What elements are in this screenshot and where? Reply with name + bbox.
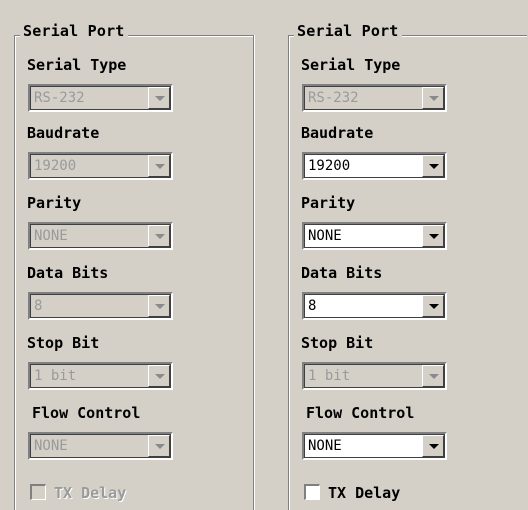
chevron-down-icon bbox=[429, 374, 439, 379]
stop-bit-dropdown-button bbox=[422, 365, 444, 387]
flow-control-dropdown: NONE bbox=[28, 432, 173, 460]
tx-delay-label[interactable]: TX Delay bbox=[328, 484, 400, 502]
baudrate-label: Baudrate bbox=[27, 124, 100, 142]
baudrate-value: 19200 bbox=[308, 158, 351, 174]
stop-bit-value: 1 bit bbox=[34, 368, 77, 384]
tx-delay-checkbox bbox=[30, 484, 46, 500]
flow-control-label: Flow Control bbox=[306, 404, 415, 422]
serial-type-dropdown: RS-232 bbox=[302, 84, 447, 112]
baudrate-label: Baudrate bbox=[301, 124, 374, 142]
parity-value: NONE bbox=[308, 228, 342, 244]
parity-label: Parity bbox=[27, 194, 82, 212]
stop-bit-value: 1 bit bbox=[308, 368, 351, 384]
flow-control-dropdown[interactable]: NONE bbox=[302, 432, 447, 460]
flow-control-dropdown-button bbox=[148, 435, 170, 457]
stop-bit-label: Stop Bit bbox=[301, 334, 374, 352]
parity-value: NONE bbox=[34, 228, 68, 244]
data-bits-label: Data Bits bbox=[27, 264, 109, 282]
chevron-down-icon bbox=[155, 374, 165, 379]
parity-dropdown[interactable]: NONE bbox=[302, 222, 447, 250]
serial-port-panel-disabled: Serial Port Serial Type RS-232 Baudrate … bbox=[14, 0, 254, 510]
data-bits-dropdown: 8 bbox=[28, 292, 173, 320]
chevron-down-icon bbox=[155, 444, 165, 449]
parity-dropdown-button[interactable] bbox=[422, 225, 444, 247]
chevron-down-icon bbox=[429, 96, 439, 101]
flow-control-value: NONE bbox=[34, 438, 68, 454]
data-bits-label: Data Bits bbox=[301, 264, 383, 282]
flow-control-value: NONE bbox=[308, 438, 342, 454]
data-bits-dropdown-button[interactable] bbox=[422, 295, 444, 317]
chevron-down-icon bbox=[155, 164, 165, 169]
groupbox-title: Serial Port bbox=[294, 22, 402, 40]
parity-label: Parity bbox=[301, 194, 356, 212]
stop-bit-dropdown-button bbox=[148, 365, 170, 387]
groupbox-title: Serial Port bbox=[20, 22, 128, 40]
stop-bit-dropdown: 1 bit bbox=[28, 362, 173, 390]
data-bits-dropdown[interactable]: 8 bbox=[302, 292, 447, 320]
flow-control-dropdown-button[interactable] bbox=[422, 435, 444, 457]
data-bits-dropdown-button bbox=[148, 295, 170, 317]
serial-type-dropdown-button bbox=[422, 87, 444, 109]
chevron-down-icon bbox=[429, 234, 439, 239]
stop-bit-dropdown: 1 bit bbox=[302, 362, 447, 390]
tx-delay-label: TX Delay bbox=[54, 484, 127, 502]
serial-port-panel-enabled: Serial Port Serial Type RS-232 Baudrate … bbox=[288, 0, 528, 510]
baudrate-dropdown-button[interactable] bbox=[422, 155, 444, 177]
serial-type-dropdown-button bbox=[148, 87, 170, 109]
chevron-down-icon bbox=[155, 234, 165, 239]
baudrate-dropdown: 19200 bbox=[28, 152, 173, 180]
baudrate-value: 19200 bbox=[34, 158, 77, 174]
parity-dropdown: NONE bbox=[28, 222, 173, 250]
tx-delay-checkbox[interactable] bbox=[304, 484, 320, 500]
data-bits-value: 8 bbox=[34, 298, 43, 314]
chevron-down-icon bbox=[155, 304, 165, 309]
chevron-down-icon bbox=[155, 96, 165, 101]
baudrate-dropdown-button bbox=[148, 155, 170, 177]
serial-type-dropdown: RS-232 bbox=[28, 84, 173, 112]
chevron-down-icon bbox=[429, 444, 439, 449]
serial-type-label: Serial Type bbox=[27, 56, 127, 74]
flow-control-label: Flow Control bbox=[32, 404, 141, 422]
parity-dropdown-button bbox=[148, 225, 170, 247]
chevron-down-icon bbox=[429, 304, 439, 309]
chevron-down-icon bbox=[429, 164, 439, 169]
serial-type-value: RS-232 bbox=[34, 90, 85, 106]
serial-type-value: RS-232 bbox=[308, 90, 359, 106]
data-bits-value: 8 bbox=[308, 298, 317, 314]
serial-type-label: Serial Type bbox=[301, 56, 401, 74]
stop-bit-label: Stop Bit bbox=[27, 334, 100, 352]
baudrate-dropdown[interactable]: 19200 bbox=[302, 152, 447, 180]
